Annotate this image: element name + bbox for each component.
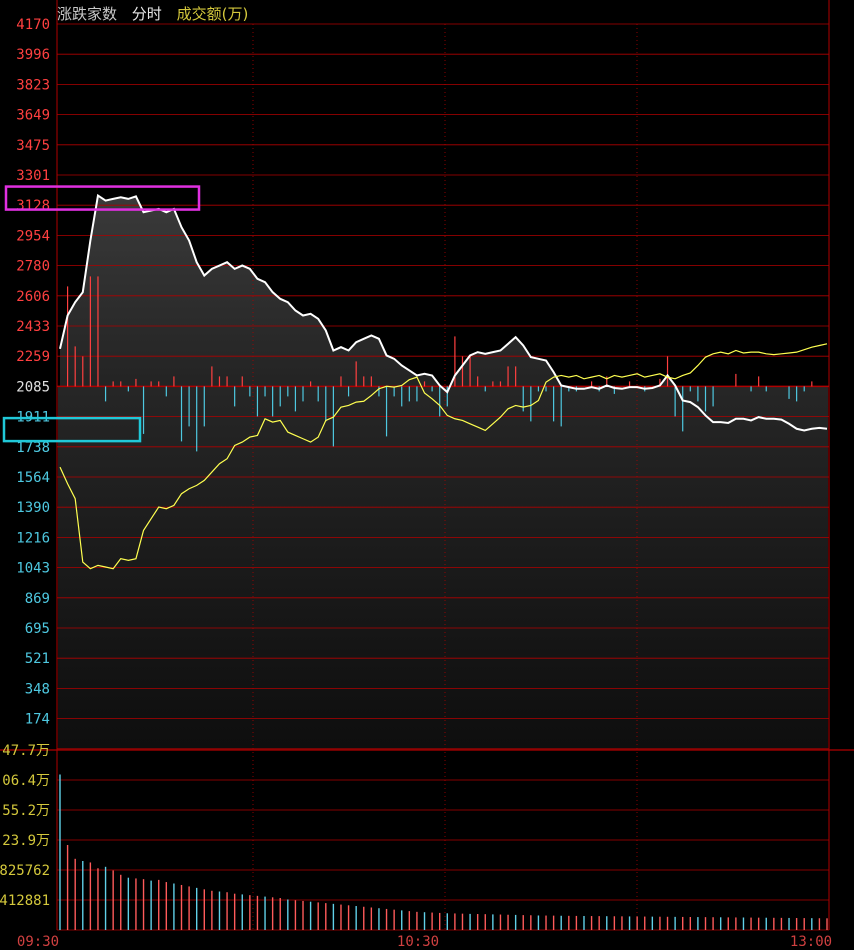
volume-tick-label: 412881 <box>0 893 50 909</box>
y-tick-label: 2259 <box>16 349 50 365</box>
advance-decline-chart[interactable]: 4170 3996 3823 3649 3475 3301 3128 2954 2780 2606… <box>0 0 854 950</box>
y-tick-label: 2433 <box>16 319 50 335</box>
y-tick-label: 4170 <box>16 17 50 33</box>
y-tick-label: 3996 <box>16 47 50 63</box>
y-tick-label-center: 2085 <box>16 379 50 395</box>
y-tick-label: 3475 <box>16 138 50 154</box>
volume-tick-label: 825762 <box>0 863 50 879</box>
volume-tick-label: 55.2万 <box>2 803 50 819</box>
volume-tick-label: 06.4万 <box>2 773 50 789</box>
y-tick-label: 695 <box>25 621 50 637</box>
y-tick-label: 3128 <box>16 198 50 214</box>
lower-fill <box>58 386 828 750</box>
x-tick-label: 09:30 <box>17 934 59 950</box>
y-tick-label: 2780 <box>16 259 50 275</box>
y-tick-label: 1564 <box>16 470 50 486</box>
x-tick-label: 13:00 <box>790 934 832 950</box>
y-tick-label: 1216 <box>16 530 50 546</box>
y-tick-label: 2606 <box>16 289 50 305</box>
y-tick-label: 3649 <box>16 108 50 124</box>
y-tick-label: 2954 <box>16 228 50 244</box>
y-tick-label: 1390 <box>16 500 50 516</box>
y-tick-label: 348 <box>25 681 50 697</box>
y-tick-label: 869 <box>25 591 50 607</box>
y-tick-label: 3301 <box>16 168 50 184</box>
x-tick-label: 10:30 <box>397 934 439 950</box>
volume-tick-label: 23.9万 <box>2 833 50 849</box>
y-tick-label: 521 <box>25 651 50 667</box>
y-tick-label: 1043 <box>16 561 50 577</box>
volume-tick-label: 47.7万 <box>2 743 50 759</box>
y-tick-label: 174 <box>25 712 50 728</box>
y-tick-label: 3823 <box>16 77 50 93</box>
